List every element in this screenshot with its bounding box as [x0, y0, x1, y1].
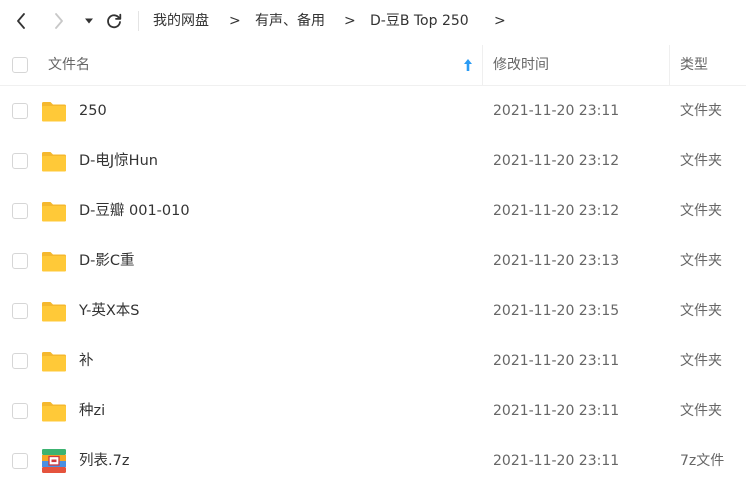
folder-icon [42, 152, 66, 172]
file-row[interactable]: 250 2021-11-20 23:11 文件夹 [0, 86, 746, 136]
folder-icon [42, 302, 66, 322]
row-checkbox[interactable] [12, 103, 28, 119]
file-browser: 我的网盘 > 有声、备用 > D-豆B Top 250 > 文件名 修改时间 类… [0, 0, 746, 500]
refresh-icon [107, 13, 122, 29]
file-modified: 2021-11-20 23:12 [493, 153, 620, 169]
file-type: 文件夹 [680, 403, 722, 419]
column-header-type[interactable]: 类型 [680, 55, 708, 75]
file-row[interactable]: D-电J惊Hun 2021-11-20 23:12 文件夹 [0, 136, 746, 186]
refresh-button[interactable] [103, 9, 125, 33]
row-checkbox[interactable] [12, 403, 28, 419]
row-checkbox[interactable] [12, 153, 28, 169]
breadcrumb-item-root[interactable]: 我的网盘 [153, 11, 209, 31]
file-row[interactable]: 补 2021-11-20 23:11 文件夹 [0, 336, 746, 386]
file-type: 7z文件 [680, 453, 725, 469]
back-button[interactable] [10, 9, 32, 33]
select-all-checkbox[interactable] [12, 57, 28, 73]
folder-icon [42, 352, 66, 372]
sort-ascending-icon[interactable] [463, 58, 473, 72]
row-checkbox[interactable] [12, 253, 28, 269]
file-modified: 2021-11-20 23:15 [493, 303, 620, 319]
file-row[interactable]: D-影C重 2021-11-20 23:13 文件夹 [0, 236, 746, 286]
file-type: 文件夹 [680, 103, 722, 119]
chevron-left-icon [17, 13, 25, 29]
file-type: 文件夹 [680, 353, 722, 369]
toolbar-divider [138, 11, 139, 31]
file-modified: 2021-11-20 23:13 [493, 253, 620, 269]
file-row[interactable]: 列表.7z 2021-11-20 23:11 7z文件 [0, 436, 746, 486]
file-row[interactable]: D-豆瓣 001-010 2021-11-20 23:12 文件夹 [0, 186, 746, 236]
file-type: 文件夹 [680, 253, 722, 269]
row-checkbox[interactable] [12, 303, 28, 319]
column-divider[interactable] [669, 45, 670, 85]
file-name[interactable]: 250 [79, 101, 107, 121]
file-name[interactable]: 补 [79, 351, 94, 371]
file-type: 文件夹 [680, 303, 722, 319]
file-modified: 2021-11-20 23:11 [493, 353, 620, 369]
folder-icon [42, 252, 66, 272]
toolbar: 我的网盘 > 有声、备用 > D-豆B Top 250 > [0, 0, 746, 42]
column-header-modified[interactable]: 修改时间 [493, 55, 549, 75]
folder-icon [42, 202, 66, 222]
file-name[interactable]: D-影C重 [79, 251, 135, 271]
breadcrumb-item-parent[interactable]: 有声、备用 [255, 11, 325, 31]
forward-button[interactable] [48, 9, 70, 33]
file-name[interactable]: 种zi [79, 401, 105, 421]
file-list: 250 2021-11-20 23:11 文件夹 D-电J惊Hun 2021-1… [0, 86, 746, 486]
file-modified: 2021-11-20 23:11 [493, 103, 620, 119]
file-modified: 2021-11-20 23:11 [493, 403, 620, 419]
column-header: 文件名 修改时间 类型 [0, 45, 746, 86]
breadcrumb-separator: > [494, 13, 506, 29]
file-name[interactable]: Y-英X本S [79, 301, 140, 321]
column-header-name[interactable]: 文件名 [48, 55, 90, 75]
file-row[interactable]: Y-英X本S 2021-11-20 23:15 文件夹 [0, 286, 746, 336]
row-checkbox[interactable] [12, 203, 28, 219]
file-name[interactable]: D-豆瓣 001-010 [79, 201, 190, 221]
row-checkbox[interactable] [12, 453, 28, 469]
file-modified: 2021-11-20 23:12 [493, 203, 620, 219]
breadcrumb-item-current[interactable]: D-豆B Top 250 [370, 11, 469, 31]
file-type: 文件夹 [680, 203, 722, 219]
caret-down-icon [85, 18, 93, 24]
file-row[interactable]: 种zi 2021-11-20 23:11 文件夹 [0, 386, 746, 436]
file-modified: 2021-11-20 23:11 [493, 453, 620, 469]
folder-icon [42, 102, 66, 122]
folder-icon [42, 402, 66, 422]
archive-7z-icon [42, 449, 66, 473]
row-checkbox[interactable] [12, 353, 28, 369]
file-type: 文件夹 [680, 153, 722, 169]
column-divider[interactable] [482, 45, 483, 85]
chevron-right-icon [55, 13, 63, 29]
history-dropdown-button[interactable] [78, 9, 100, 33]
file-name[interactable]: D-电J惊Hun [79, 151, 158, 171]
breadcrumb-separator: > [229, 13, 241, 29]
file-name[interactable]: 列表.7z [79, 451, 129, 471]
breadcrumb-separator: > [344, 13, 356, 29]
